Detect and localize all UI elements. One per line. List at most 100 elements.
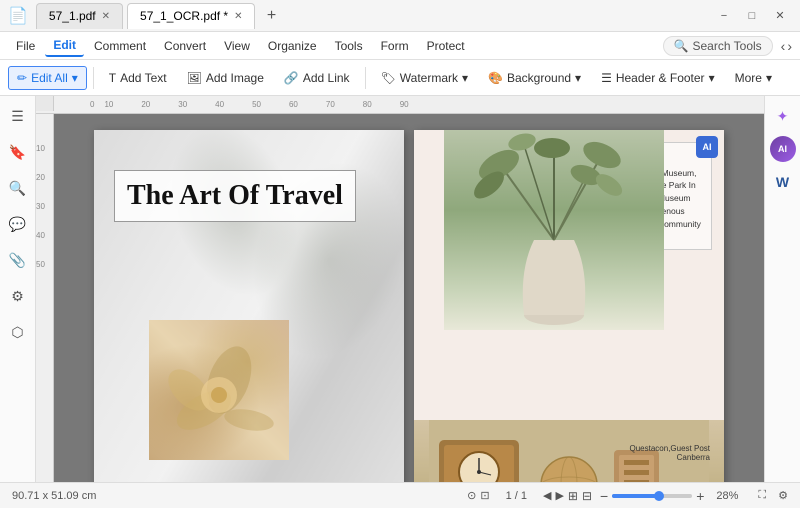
- search-icon: 🔍: [674, 39, 689, 53]
- menu-convert[interactable]: Convert: [156, 36, 214, 56]
- page-prev[interactable]: ◀: [543, 489, 551, 502]
- edit-all-button[interactable]: ✏ Edit All ▾: [8, 66, 87, 90]
- tab-1-label: 57_1.pdf: [49, 9, 96, 23]
- floral-photo: [149, 320, 289, 460]
- add-text-button[interactable]: T Add Text: [100, 66, 176, 90]
- menu-bar: File Edit Comment Convert View Organize …: [0, 32, 800, 60]
- fit-page[interactable]: ⊞: [568, 489, 578, 503]
- title-box: The Art Of Travel: [114, 170, 356, 222]
- close-icon[interactable]: ✕: [768, 4, 792, 28]
- separator-1: [93, 67, 94, 89]
- menu-file[interactable]: File: [8, 36, 43, 56]
- watermark-icon: 🏷: [381, 71, 396, 85]
- ruler-marks: 0 10 20 30 40 50 60 70 80 90: [54, 100, 764, 111]
- page-container: The Art Of Travel: [94, 130, 724, 466]
- add-image-icon: 🖼: [187, 71, 202, 85]
- ai-tag-badge: AI: [696, 136, 718, 158]
- layers-icon[interactable]: ⬡: [6, 320, 30, 344]
- canvas-wrapper: 0 10 20 30 40 50 60 70 80 90 10 20 30 40…: [36, 96, 764, 482]
- ruler-vertical: 10 20 30 40 50: [36, 114, 54, 482]
- floral-image: [149, 320, 289, 460]
- menu-protect[interactable]: Protect: [419, 36, 473, 56]
- watermark-arrow: ▾: [462, 71, 468, 85]
- nav-icon[interactable]: ☰: [6, 104, 30, 128]
- edit-all-arrow: ▾: [72, 71, 78, 85]
- menu-view[interactable]: View: [216, 36, 258, 56]
- menu-tools[interactable]: Tools: [327, 36, 371, 56]
- comment-icon[interactable]: 💬: [6, 212, 30, 236]
- search-sidebar-icon[interactable]: 🔍: [6, 176, 30, 200]
- zoom-controls: − +: [600, 488, 704, 504]
- background-label: Background: [507, 71, 571, 85]
- zoom-track: [612, 494, 656, 498]
- plant-photo: [444, 130, 664, 330]
- edit-icon: ✏: [17, 71, 27, 85]
- watermark-label: Watermark: [400, 71, 458, 85]
- background-button[interactable]: 🎨 Background ▾: [479, 66, 590, 90]
- word-icon[interactable]: W: [771, 170, 795, 194]
- header-footer-arrow: ▾: [709, 71, 715, 85]
- page-nav: ◀ ▶ ⊞ ⊟: [543, 489, 592, 503]
- zoom-out-button[interactable]: −: [600, 488, 608, 504]
- fullscreen-button[interactable]: ⛶: [758, 489, 766, 502]
- tab-1-close[interactable]: ✕: [102, 11, 110, 22]
- menu-form[interactable]: Form: [373, 36, 417, 56]
- attachment-icon[interactable]: 📎: [6, 248, 30, 272]
- page-next[interactable]: ▶: [555, 489, 563, 502]
- page-tools: ⊙ ⊡: [467, 489, 489, 502]
- header-footer-button[interactable]: ☰ Header & Footer ▾: [592, 66, 724, 90]
- settings-sidebar-icon[interactable]: ⚙: [6, 284, 30, 308]
- zoom-in-button[interactable]: +: [696, 488, 704, 504]
- pdf-page-left: The Art Of Travel: [94, 130, 404, 482]
- add-image-label: Add Image: [206, 71, 264, 85]
- add-text-icon: T: [109, 71, 116, 85]
- fit-width[interactable]: ⊟: [582, 489, 592, 503]
- background-arrow: ▾: [575, 71, 581, 85]
- dimensions-label: 90.71 x 51.09 cm: [12, 490, 96, 502]
- more-button[interactable]: More ▾: [726, 66, 781, 90]
- add-text-label: Add Text: [120, 71, 166, 85]
- menu-edit[interactable]: Edit: [45, 35, 84, 57]
- status-bar: 90.71 x 51.09 cm ⊙ ⊡ 1 / 1 ◀ ▶ ⊞ ⊟ − + 2…: [0, 482, 800, 508]
- zoom-thumb[interactable]: [654, 491, 664, 501]
- more-label: More: [735, 71, 762, 85]
- link-icon: 🔗: [284, 71, 299, 85]
- minimize-icon[interactable]: −: [712, 4, 736, 28]
- new-tab-button[interactable]: +: [259, 4, 283, 28]
- plant-svg: [444, 130, 664, 330]
- page-info: 1 / 1: [506, 490, 527, 502]
- bookmark-icon[interactable]: 🔖: [6, 140, 30, 164]
- separator-2: [365, 67, 366, 89]
- settings-icon[interactable]: ⚙: [778, 489, 788, 502]
- nav-back[interactable]: ‹: [781, 38, 786, 54]
- search-tools[interactable]: 🔍 Search Tools: [663, 36, 773, 56]
- header-footer-label: Header & Footer: [616, 71, 705, 85]
- tab-2[interactable]: 57_1_OCR.pdf * ✕: [127, 3, 255, 29]
- add-image-button[interactable]: 🖼 Add Image: [178, 66, 273, 90]
- ruler-horizontal: 0 10 20 30 40 50 60 70 80 90: [36, 96, 764, 114]
- maximize-icon[interactable]: □: [740, 4, 764, 28]
- caption-line-1: Questacon,Guest Post: [630, 444, 711, 453]
- menu-organize[interactable]: Organize: [260, 36, 325, 56]
- sparkle-icon[interactable]: ✦: [771, 104, 795, 128]
- search-tools-label: Search Tools: [693, 39, 762, 53]
- nav-forward[interactable]: ›: [787, 38, 792, 54]
- add-link-label: Add Link: [303, 71, 350, 85]
- toolbar: ✏ Edit All ▾ T Add Text 🖼 Add Image 🔗 Ad…: [0, 60, 800, 96]
- zoom-slider[interactable]: [612, 494, 692, 498]
- caption-line-2: Canberra: [630, 453, 711, 462]
- header-icon: ☰: [601, 71, 612, 85]
- tab-1[interactable]: 57_1.pdf ✕: [36, 3, 123, 29]
- ai-button[interactable]: AI: [770, 136, 796, 162]
- tab-2-close[interactable]: ✕: [234, 11, 242, 22]
- edit-all-label: Edit All: [31, 71, 68, 85]
- pdf-canvas[interactable]: The Art Of Travel: [54, 114, 764, 482]
- scan-icon[interactable]: ⊙: [467, 489, 476, 502]
- menu-comment[interactable]: Comment: [86, 36, 154, 56]
- crop-icon[interactable]: ⊡: [480, 489, 489, 502]
- caption-right: Questacon,Guest Post Canberra: [630, 444, 711, 462]
- left-sidebar: ☰ 🔖 🔍 💬 📎 ⚙ ⬡: [0, 96, 36, 482]
- watermark-button[interactable]: 🏷 Watermark ▾: [372, 66, 478, 90]
- zoom-level: 28%: [716, 490, 746, 502]
- add-link-button[interactable]: 🔗 Add Link: [275, 66, 359, 90]
